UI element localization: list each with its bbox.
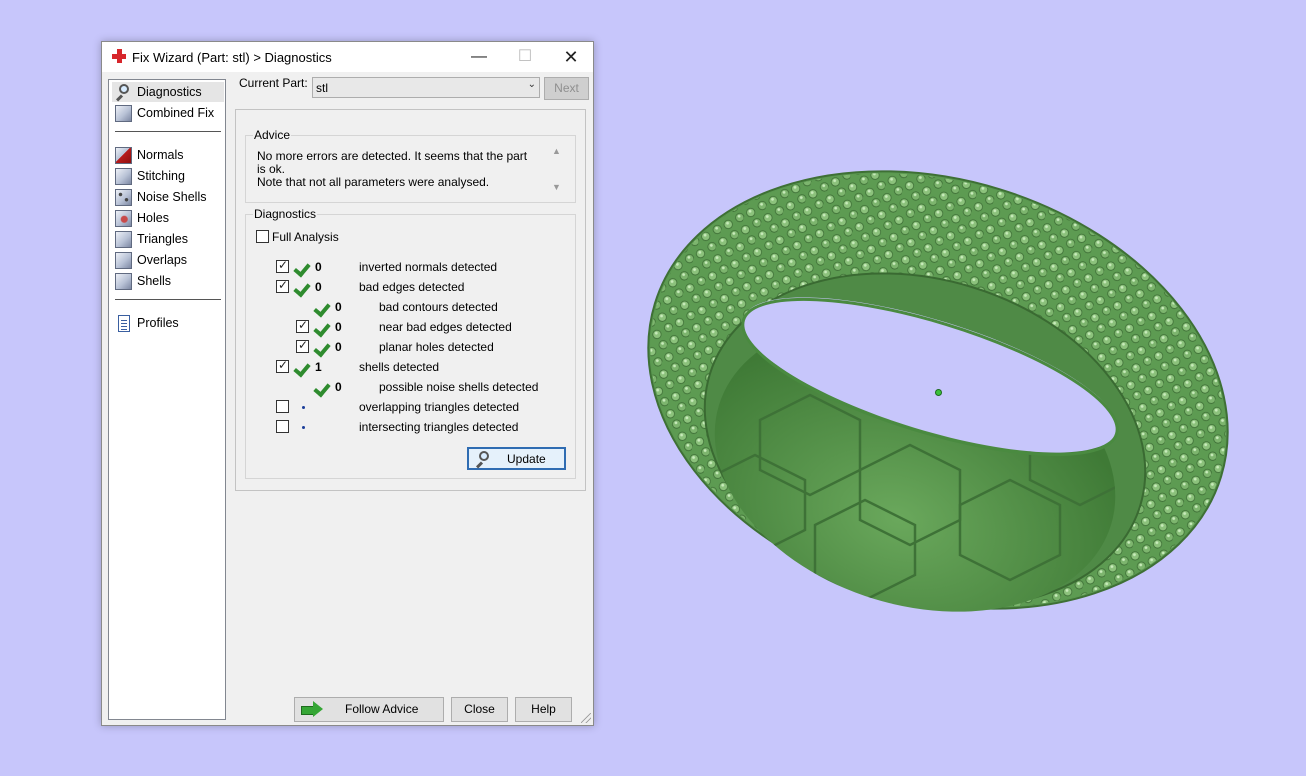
sidebar-item-label: Overlaps	[137, 253, 188, 267]
stitching-cube-icon	[115, 168, 132, 185]
sidebar-item-triangles[interactable]: Triangles	[112, 229, 224, 249]
help-button[interactable]: Help	[515, 697, 572, 722]
shells-cube-icon	[115, 273, 132, 290]
sidebar-divider	[115, 131, 221, 132]
magnifier-icon	[115, 84, 132, 102]
holes-cube-icon	[115, 210, 132, 227]
sidebar-item-label: Normals	[137, 148, 184, 162]
bad-edges-checkbox[interactable]	[276, 278, 289, 293]
sidebar-item-normals[interactable]: Normals	[112, 145, 224, 165]
sidebar-item-label: Holes	[137, 211, 169, 225]
intersecting-triangles-checkbox[interactable]	[276, 420, 289, 433]
planar-holes-count: 0	[335, 340, 342, 354]
check-icon	[294, 258, 311, 274]
diagnostics-title: Diagnostics	[253, 207, 318, 221]
scroll-up-icon[interactable]: ▲	[552, 146, 561, 156]
advice-title: Advice	[253, 128, 292, 142]
noise-shells-label: possible noise shells detected	[379, 380, 539, 394]
sidebar-item-diagnostics[interactable]: Diagnostics	[112, 82, 224, 102]
shells-label: shells detected	[359, 360, 440, 374]
near-bad-edges-count: 0	[335, 320, 342, 334]
sidebar-item-label: Diagnostics	[137, 85, 202, 99]
check-icon	[314, 318, 331, 334]
check-icon	[294, 278, 311, 294]
inverted-normals-count: 0	[315, 260, 322, 274]
overlaps-cube-icon	[115, 252, 132, 269]
planar-holes-label: planar holes detected	[379, 340, 494, 354]
close-window-button[interactable]: ✕	[548, 42, 594, 72]
full-analysis-checkbox[interactable]	[256, 230, 269, 243]
inverted-normals-checkbox[interactable]	[276, 258, 289, 273]
sidebar-item-label: Stitching	[137, 169, 185, 183]
document-icon	[118, 315, 130, 332]
follow-advice-button[interactable]: Follow Advice	[294, 697, 444, 722]
advice-scrollbar[interactable]: ▲ ▼	[551, 146, 565, 192]
resize-grip-icon[interactable]	[581, 713, 591, 723]
current-part-select[interactable]: stl ⌄	[312, 77, 540, 98]
app-logo-icon	[112, 49, 126, 63]
advice-text: No more errors are detected. It seems th…	[257, 150, 537, 189]
sidebar-item-stitching[interactable]: Stitching	[112, 166, 224, 186]
pending-dot-icon	[302, 406, 305, 409]
sidebar-item-profiles[interactable]: Profiles	[112, 313, 224, 333]
noise-shells-count: 0	[335, 380, 342, 394]
near-bad-edges-label: near bad edges detected	[379, 320, 512, 334]
shells-count: 1	[315, 360, 322, 374]
check-icon	[314, 338, 331, 354]
sidebar-item-holes[interactable]: Holes	[112, 208, 224, 228]
chevron-down-icon: ⌄	[527, 79, 536, 90]
sidebar-item-label: Profiles	[137, 316, 179, 330]
sidebar-item-combined-fix[interactable]: Combined Fix	[112, 103, 224, 123]
scroll-down-icon[interactable]: ▼	[552, 182, 561, 192]
bad-edges-count: 0	[315, 280, 322, 294]
normals-cube-icon	[115, 147, 132, 164]
sidebar-item-label: Noise Shells	[137, 190, 207, 204]
check-icon	[314, 298, 331, 314]
arrow-right-icon	[301, 701, 323, 718]
cube-icon	[115, 105, 132, 122]
inverted-normals-label: inverted normals detected	[359, 260, 498, 274]
sidebar-item-shells[interactable]: Shells	[112, 271, 224, 291]
full-analysis-label: Full Analysis	[272, 230, 339, 244]
intersecting-triangles-label: intersecting triangles detected	[359, 420, 519, 434]
sidebar-item-label: Combined Fix	[137, 106, 215, 120]
follow-advice-label: Follow Advice	[345, 702, 419, 716]
maximize-button[interactable]: ☐	[502, 42, 548, 72]
next-button[interactable]: Next	[544, 77, 589, 100]
window-title: Fix Wizard (Part: stl) > Diagnostics	[132, 50, 332, 65]
minimize-button[interactable]: —	[456, 42, 502, 72]
overlapping-triangles-label: overlapping triangles detected	[359, 400, 520, 414]
planar-holes-checkbox[interactable]	[296, 338, 309, 353]
current-part-value: stl	[316, 81, 328, 95]
pivot-point[interactable]	[935, 389, 942, 396]
check-icon	[314, 378, 331, 394]
check-icon	[294, 358, 311, 374]
sidebar-item-label: Triangles	[137, 232, 188, 246]
bad-contours-label: bad contours detected	[379, 300, 498, 314]
close-button[interactable]: Close	[451, 697, 508, 722]
shells-checkbox[interactable]	[276, 358, 289, 373]
sidebar-item-overlaps[interactable]: Overlaps	[112, 250, 224, 270]
triangles-cube-icon	[115, 231, 132, 248]
title-bar[interactable]: Fix Wizard (Part: stl) > Diagnostics — ☐…	[102, 42, 593, 72]
bad-contours-count: 0	[335, 300, 342, 314]
overlapping-triangles-checkbox[interactable]	[276, 400, 289, 413]
advice-line: Note that not all parameters were analys…	[257, 175, 490, 189]
update-button[interactable]: Update	[467, 447, 566, 470]
sidebar-divider	[115, 299, 221, 300]
near-bad-edges-checkbox[interactable]	[296, 318, 309, 333]
sidebar-item-noise-shells[interactable]: Noise Shells	[112, 187, 224, 207]
magnifier-icon	[475, 451, 491, 469]
fix-wizard-dialog: Fix Wizard (Part: stl) > Diagnostics — ☐…	[101, 41, 594, 726]
pending-dot-icon	[302, 426, 305, 429]
sidebar-item-label: Shells	[137, 274, 172, 288]
update-label: Update	[507, 452, 546, 466]
advice-group: Advice No more errors are detected. It s…	[245, 128, 576, 203]
noise-shells-icon	[115, 189, 132, 206]
sidebar: Diagnostics Combined Fix Normals Stitchi…	[108, 79, 226, 720]
bad-edges-label: bad edges detected	[359, 280, 465, 294]
current-part-label: Current Part:	[239, 76, 308, 90]
advice-line: No more errors are detected. It seems th…	[257, 149, 528, 176]
